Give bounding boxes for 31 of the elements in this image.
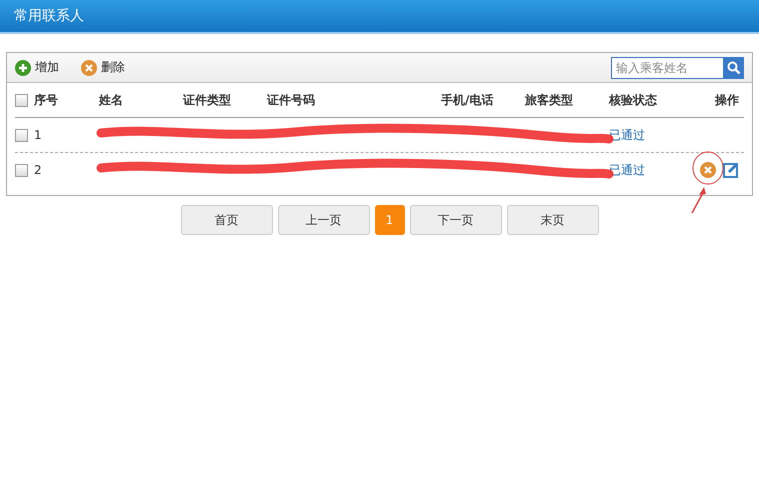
status-link[interactable]: 已通过 — [609, 126, 645, 144]
search-icon — [726, 60, 740, 74]
page-button[interactable]: 下一页 — [410, 205, 502, 235]
status-link[interactable]: 已通过 — [609, 162, 645, 178]
edit-icon[interactable] — [723, 162, 739, 178]
annotation-arrow — [691, 187, 706, 214]
search-button[interactable] — [723, 56, 744, 78]
delete-button[interactable]: 删除 — [81, 59, 125, 76]
page-button[interactable]: 上一页 — [278, 205, 370, 235]
row-checkbox[interactable] — [15, 164, 28, 176]
column-header: 序号 — [34, 92, 58, 108]
row-checkbox[interactable] — [15, 128, 28, 142]
close-icon — [81, 60, 97, 76]
column-header: 手机/电话 — [441, 92, 494, 108]
column-header: 操作 — [715, 92, 739, 108]
search-field[interactable]: 输入乘客姓名 — [611, 56, 723, 78]
column-header: 姓名 — [99, 92, 123, 108]
table-cell: 2 — [34, 163, 42, 177]
page-button[interactable]: 首页 — [180, 205, 272, 235]
column-header: 核验状态 — [609, 92, 657, 108]
close-icon[interactable] — [700, 162, 716, 178]
select-all-checkbox[interactable] — [15, 94, 28, 106]
column-header: 证件类型 — [183, 92, 231, 108]
highlight-circle — [692, 152, 724, 184]
column-header: 旅客类型 — [525, 92, 573, 108]
column-header: 证件号码 — [267, 92, 315, 108]
add-button[interactable]: 增加 — [15, 59, 59, 76]
page-button[interactable]: 末页 — [506, 205, 598, 235]
table-cell: 1 — [34, 128, 42, 142]
plus-icon — [15, 60, 31, 76]
window-title: 常用联系人 — [14, 7, 84, 25]
